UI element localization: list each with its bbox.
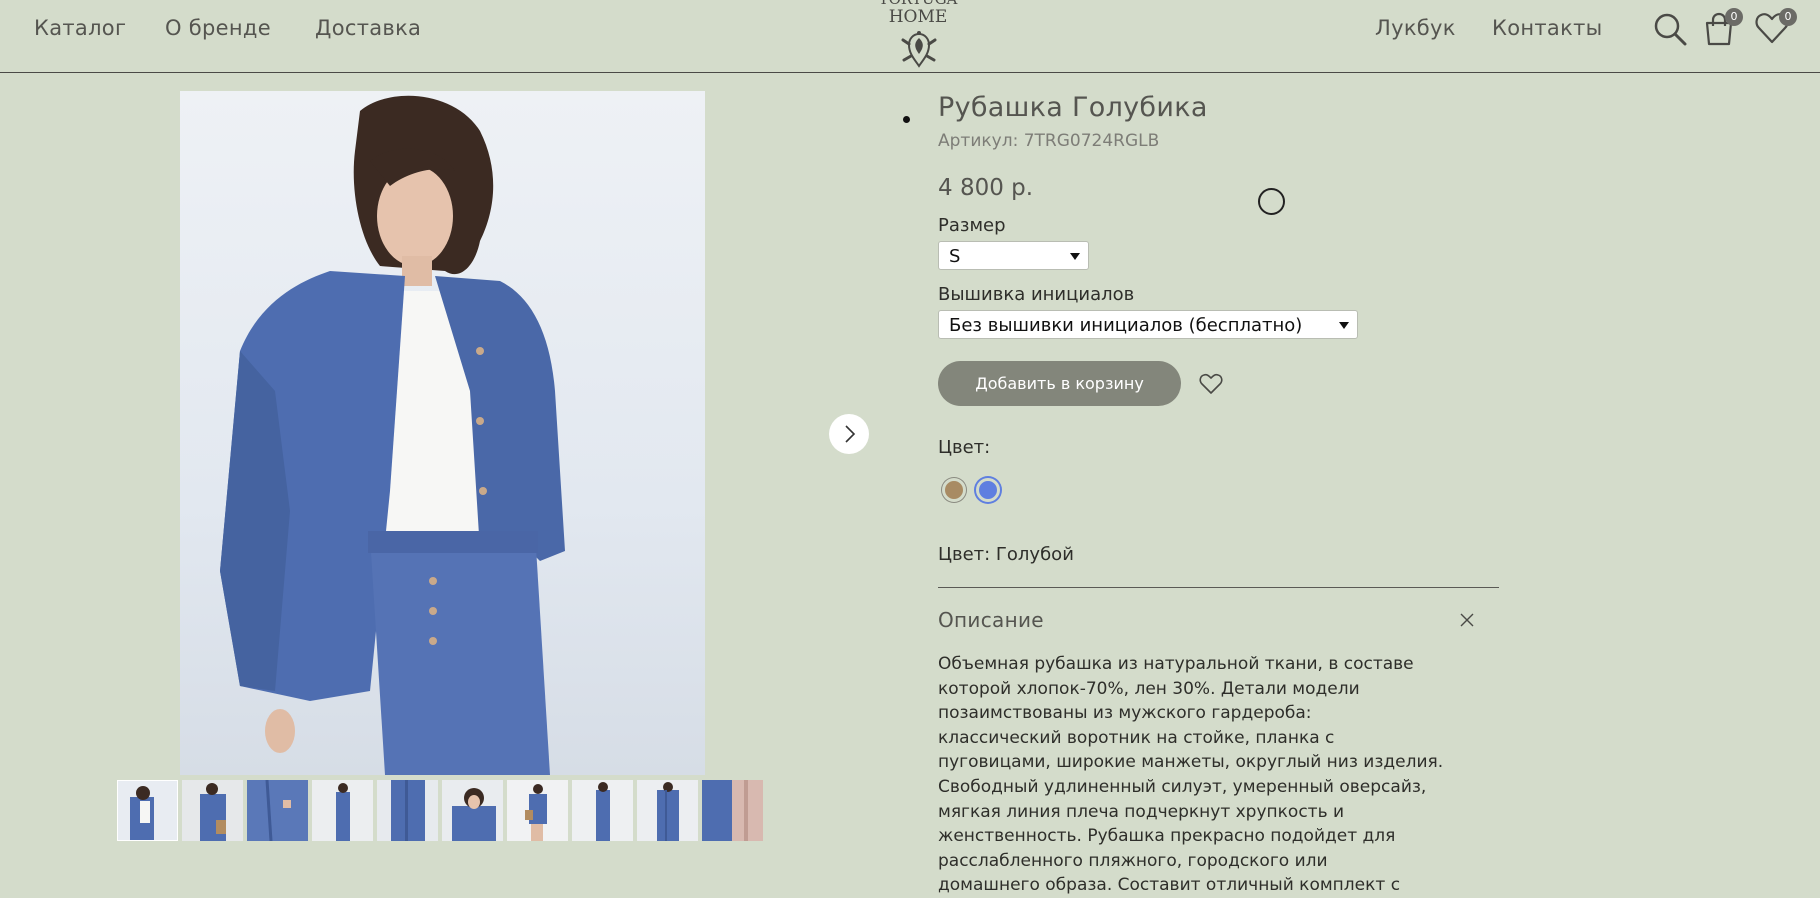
caret-down-icon	[1339, 322, 1349, 329]
embroidery-select[interactable]: Без вышивки инициалов (бесплатно)	[938, 310, 1358, 339]
selected-color-text: Цвет: Голубой	[938, 544, 1074, 565]
description-line: женственность. Рубашка прекрасно подойде…	[938, 826, 1396, 847]
description-line: классический воротник на стойке, планка …	[938, 727, 1335, 748]
brand-logo[interactable]: TORTUGA HOME	[868, 0, 968, 72]
turtle-emblem-icon	[901, 31, 937, 68]
divider	[938, 587, 1499, 588]
close-icon[interactable]	[1459, 612, 1475, 628]
thumbnail-8[interactable]	[572, 780, 633, 841]
product-description: Объемная рубашка из натуральной ткани, в…	[938, 652, 1508, 898]
nav-about-link[interactable]: О бренде	[165, 16, 271, 40]
product-main-image[interactable]	[180, 91, 705, 775]
cart-button[interactable]: 0	[1703, 8, 1743, 48]
product-sku: Артикул: 7TRG0724RGLB	[938, 131, 1160, 151]
size-label: Размер	[938, 215, 1006, 236]
thumbnail-4[interactable]	[312, 780, 373, 841]
nav-catalog-link[interactable]: Каталог	[34, 16, 126, 40]
color-swatch-brown[interactable]	[942, 478, 966, 502]
chevron-right-icon	[845, 425, 856, 443]
description-line: пуговицами, широкие манжеты, округлый ни…	[938, 752, 1444, 773]
description-line: расслабленного пляжного, городского или	[938, 850, 1328, 871]
nav-contacts-link[interactable]: Контакты	[1492, 16, 1603, 40]
model-photo	[220, 95, 565, 775]
thumbnail-9[interactable]	[637, 780, 698, 841]
thumbnail-1[interactable]	[117, 780, 178, 841]
logo-line-2: HOME	[888, 7, 948, 27]
description-line: которой хлопок-70%, лен 30%. Детали моде…	[938, 678, 1360, 699]
add-to-cart-button[interactable]: Добавить в корзину	[938, 361, 1181, 406]
description-line: Объемная рубашка из натуральной ткани, в…	[938, 654, 1414, 674]
nav-lookbook-link[interactable]: Лукбук	[1375, 16, 1456, 40]
next-image-button[interactable]	[829, 414, 869, 454]
site-header: Каталог О бренде Доставка Лукбук Контакт…	[0, 0, 1820, 73]
product-title: Рубашка Голубика	[938, 92, 1208, 123]
search-icon[interactable]	[1653, 12, 1687, 46]
thumbnail-7[interactable]	[507, 780, 568, 841]
thumbnail-6[interactable]	[442, 780, 503, 841]
product-price: 4 800 р.	[938, 175, 1034, 201]
thumbnail-3[interactable]	[247, 780, 308, 841]
bullet-dot	[903, 116, 910, 123]
color-label: Цвет:	[938, 437, 991, 458]
embroidery-select-value: Без вышивки инициалов (бесплатно)	[949, 315, 1303, 336]
description-line: позаимствованы из мужского гардероба:	[938, 703, 1312, 724]
add-to-wishlist-heart-icon[interactable]	[1199, 373, 1223, 395]
size-select[interactable]: S	[938, 241, 1089, 270]
embroidery-label: Вышивка инициалов	[938, 284, 1135, 305]
thumbnail-5[interactable]	[377, 780, 438, 841]
thumbnail-2[interactable]	[182, 780, 243, 841]
cart-count-badge: 0	[1725, 8, 1743, 26]
size-select-value: S	[949, 246, 961, 267]
wishlist-button[interactable]: 0	[1755, 8, 1797, 48]
cursor-ring-icon	[1258, 188, 1285, 215]
caret-down-icon	[1070, 253, 1080, 260]
description-line: Свободный удлиненный силуэт, умеренный о…	[938, 776, 1427, 797]
color-swatch-blue[interactable]	[976, 478, 1000, 502]
description-line: домашнего образа. Составит отличный комп…	[938, 875, 1401, 896]
wishlist-count-badge: 0	[1779, 8, 1797, 26]
description-line: мягкая линия плеча подчеркнут хрупкость …	[938, 801, 1345, 822]
nav-delivery-link[interactable]: Доставка	[315, 16, 421, 40]
description-title[interactable]: Описание	[938, 608, 1044, 632]
thumbnail-10[interactable]	[702, 780, 763, 841]
